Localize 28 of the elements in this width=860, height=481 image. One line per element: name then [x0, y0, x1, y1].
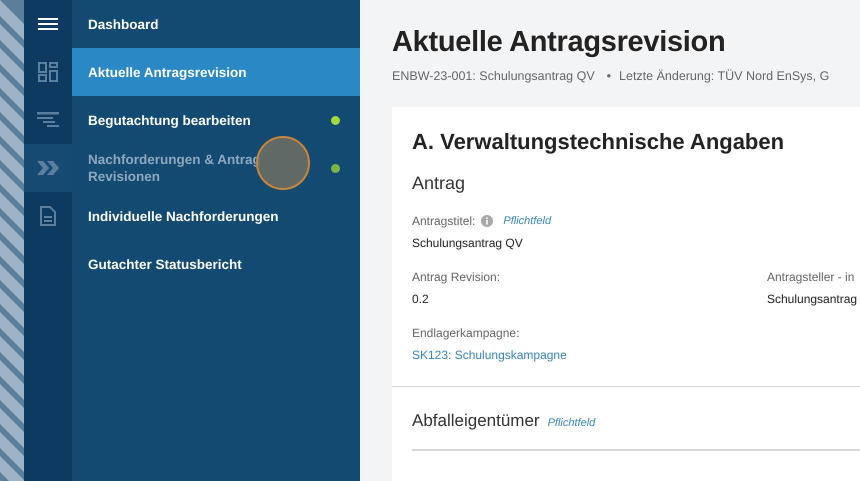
field-label: Antrag Revision:	[412, 270, 500, 284]
dashboard-icon	[38, 62, 58, 82]
field-value: 0.2	[412, 292, 430, 306]
list-icon	[37, 112, 59, 128]
nav-item[interactable]: Begutachtung bearbeiten	[72, 96, 360, 144]
document-icon	[40, 206, 56, 226]
subtitle-text: ENBW-23-001: Schulungsantrag QV	[392, 69, 595, 83]
card-title: A. Verwaltungstechnische Angaben	[412, 128, 786, 155]
subtitle-text: Letzte Änderung: TÜV Nord EnSys, G	[619, 69, 830, 83]
nav-item[interactable]: Dashboard	[72, 0, 360, 48]
section-title: Abfalleigentümer	[412, 411, 540, 431]
field-label: Antragsteller - in	[767, 270, 854, 284]
campaign-link[interactable]: SK123: Schulungskampagne	[412, 348, 567, 362]
info-icon	[481, 215, 494, 227]
section-title: Antrag	[412, 173, 466, 194]
field-value: Schulungsantrag	[767, 292, 858, 306]
field-value: Schulungsantrag QV	[412, 236, 524, 250]
page-title: Aktuelle Antragsrevision	[392, 26, 726, 59]
required-hint: Pflichtfeld	[548, 417, 596, 429]
field-label: Antragstitel:	[412, 214, 476, 228]
nav-item[interactable]: Individuelle Nachforderungen	[72, 192, 360, 240]
field-label: Endlagerkampagne:	[412, 326, 520, 340]
separator-dot: •	[606, 69, 612, 83]
rail-item[interactable]	[24, 144, 72, 192]
required-hint: Pflichtfeld	[503, 215, 552, 227]
nav-item[interactable]: Aktuelle Antragsrevision	[72, 48, 360, 96]
chevrons-icon	[37, 161, 59, 175]
nav-item[interactable]: Gutachter Statusbericht	[72, 240, 360, 288]
